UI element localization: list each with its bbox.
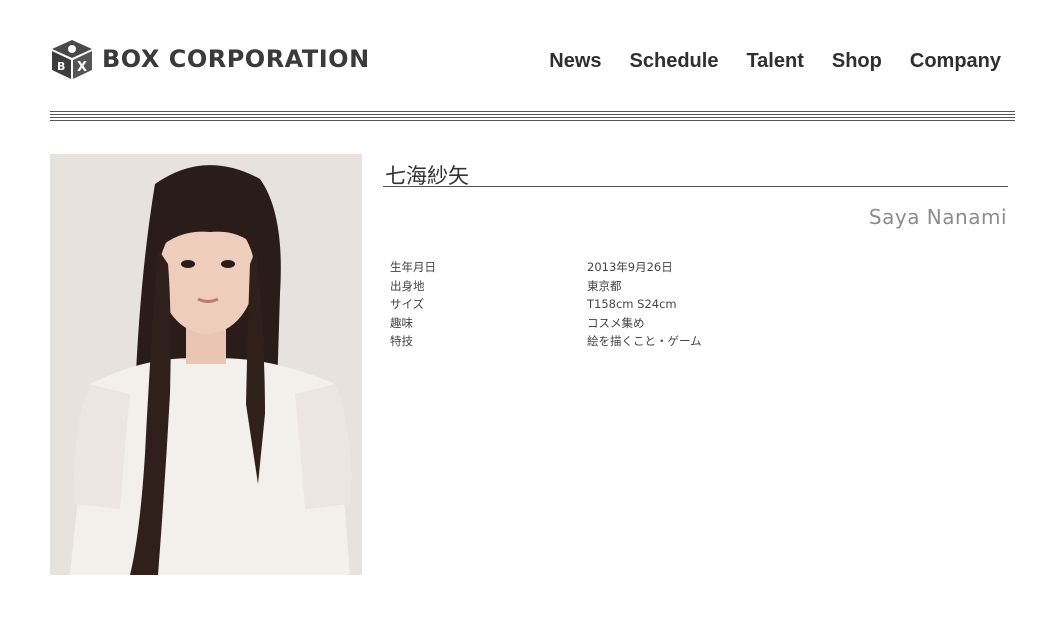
profile-value: コスメ集め (587, 315, 645, 330)
brand-name: BOX CORPORATION (102, 45, 370, 73)
profile-value: T158cm S24cm (587, 297, 677, 312)
header-divider (50, 117, 1015, 118)
profile-label: 出身地 (390, 278, 425, 293)
nav-shop[interactable]: Shop (832, 50, 882, 73)
header-divider (50, 111, 1015, 112)
profile-table: 生年月日 2013年9月26日 出身地 東京都 サイズ T158cm S24cm… (390, 258, 702, 351)
nav-company[interactable]: Company (910, 50, 1001, 73)
svg-text:B: B (57, 60, 65, 73)
header-divider (50, 114, 1015, 115)
box-logo-icon: B X (52, 40, 92, 79)
talent-name-en: Saya Nanami (868, 205, 1007, 229)
profile-label: 趣味 (390, 315, 413, 330)
profile-row: 生年月日 2013年9月26日 (390, 258, 702, 277)
nav-talent[interactable]: Talent (746, 50, 803, 73)
header-divider (50, 120, 1015, 121)
profile-label: 生年月日 (390, 260, 436, 275)
nav-schedule[interactable]: Schedule (630, 50, 719, 73)
brand-logo[interactable]: B X BOX CORPORATION (50, 38, 370, 80)
profile-row: 趣味 コスメ集め (390, 314, 702, 333)
svg-text:X: X (77, 60, 87, 75)
profile-value: 2013年9月26日 (587, 260, 673, 275)
profile-row: サイズ T158cm S24cm (390, 295, 702, 314)
name-divider (383, 186, 1008, 187)
profile-label: 特技 (390, 334, 413, 349)
profile-value: 東京都 (587, 278, 622, 293)
nav-news[interactable]: News (549, 50, 601, 73)
talent-photo (50, 154, 362, 575)
profile-label: サイズ (390, 297, 425, 312)
main-nav: News Schedule Talent Shop Company (549, 50, 1001, 73)
profile-row: 特技 絵を描くこと・ゲーム (390, 332, 702, 351)
profile-row: 出身地 東京都 (390, 277, 702, 296)
profile-value: 絵を描くこと・ゲーム (587, 334, 702, 349)
